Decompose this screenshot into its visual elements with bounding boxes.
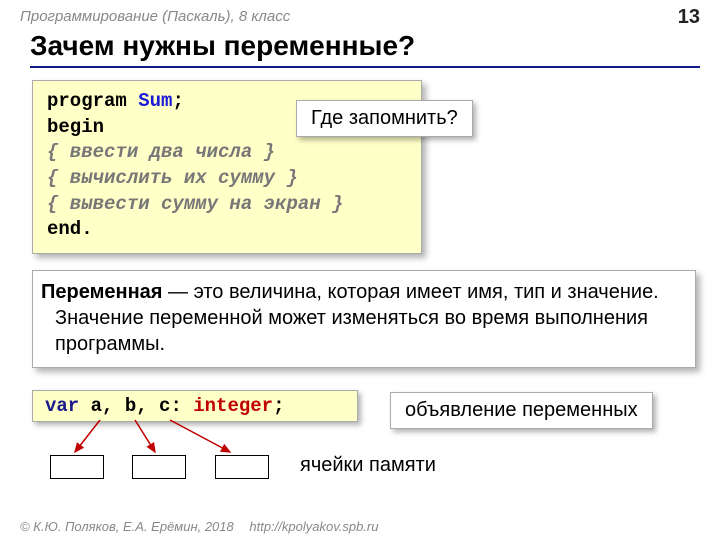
footer: © К.Ю. Поляков, Е.А. Ерёмин, 2018 http:/… (20, 519, 378, 534)
page-number: 13 (678, 6, 700, 29)
var-declaration-box: var a, b, c: integer; (32, 390, 358, 422)
code-kw-program: program (47, 90, 138, 112)
definition-term: Переменная (41, 281, 162, 303)
var-kw: var (45, 395, 91, 417)
var-semi: ; (273, 395, 284, 417)
memory-cell (132, 455, 186, 479)
code-kw-end: end. (47, 217, 407, 243)
callout-question: Где запомнить? (296, 100, 473, 137)
code-ident-sum: Sum (138, 90, 172, 112)
code-comment-2: { вычислить их сумму } (47, 166, 407, 192)
memory-cell (50, 455, 104, 479)
var-colon: : (170, 395, 193, 417)
footer-authors: © К.Ю. Поляков, Е.А. Ерёмин, 2018 (20, 519, 234, 534)
var-type: integer (193, 395, 273, 417)
slide-title: Зачем нужны переменные? (30, 30, 700, 68)
cells-label: ячейки памяти (300, 454, 436, 477)
breadcrumb: Программирование (Паскаль), 8 класс (20, 8, 290, 25)
callout-declaration: объявление переменных (390, 392, 653, 429)
memory-cells (50, 455, 293, 479)
code-semi: ; (172, 90, 183, 112)
memory-cell (215, 455, 269, 479)
var-names: a, b, c (91, 395, 171, 417)
footer-url: http://kpolyakov.spb.ru (249, 519, 378, 534)
definition-box: Переменная — это величина, которая имеет… (32, 270, 696, 368)
code-comment-1: { ввести два числа } (47, 140, 407, 166)
code-comment-3: { вывести сумму на экран } (47, 192, 407, 218)
